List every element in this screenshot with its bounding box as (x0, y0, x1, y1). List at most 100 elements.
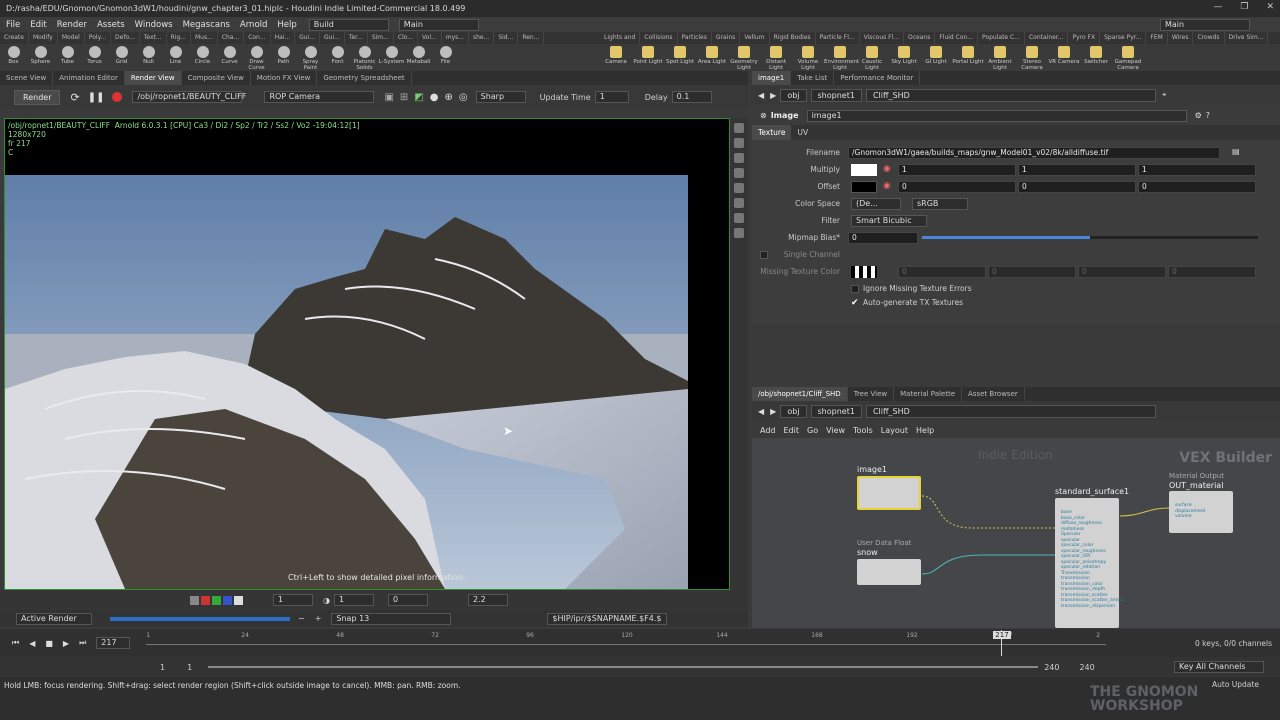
net-menu-layout[interactable]: Layout (881, 426, 908, 435)
shelf-tab-fluid-con[interactable]: Fluid Con... (935, 32, 979, 44)
close-button[interactable]: ✕ (1266, 2, 1274, 12)
mipmap-field[interactable]: 0 (848, 232, 918, 244)
tool-circle[interactable]: Circle (189, 44, 216, 71)
stop-icon[interactable] (112, 92, 123, 102)
tab-uv[interactable]: UV (791, 125, 814, 140)
delay-field[interactable]: 0.1 (671, 91, 712, 103)
menu-assets[interactable]: Assets (97, 20, 125, 30)
multiply-swatch[interactable] (851, 164, 877, 176)
pause-icon[interactable]: ❚❚ (88, 92, 105, 103)
shelf-tab-crowds[interactable]: Crowds (1193, 32, 1225, 44)
tab-image1[interactable]: image1 (752, 71, 792, 85)
tab-geometry-spreadsheet[interactable]: Geometry Spreadsheet (317, 71, 412, 85)
zoom-icon[interactable]: ⊕ (445, 92, 453, 103)
gear-icon[interactable]: ⚙ (1195, 111, 1202, 120)
node-name-field[interactable]: image1 (806, 109, 1187, 122)
shelf-tab-drive-sim[interactable]: Drive Sim... (1225, 32, 1269, 44)
tab-asset-browser[interactable]: Asset Browser (962, 387, 1025, 401)
update-time-field[interactable]: 1 (594, 91, 629, 103)
shelf-tab-sparse-pyr[interactable]: Sparse Pyr... (1100, 32, 1147, 44)
tool-torus[interactable]: Torus (81, 44, 108, 71)
maximize-button[interactable]: ❐ (1240, 2, 1248, 12)
zoom-in-icon[interactable]: + (315, 614, 322, 623)
channel-red-icon[interactable] (201, 595, 210, 605)
tool-switcher[interactable]: Switcher (1080, 44, 1112, 71)
target-icon[interactable]: ◎ (459, 92, 468, 103)
timeline-ruler[interactable]: 1244872961201441681922172217 (146, 630, 1107, 656)
zoom-tool-icon[interactable] (734, 168, 744, 178)
output-path-field[interactable]: $HIP/ipr/$SNAPNAME.$F4.$ (547, 612, 668, 625)
forward-icon[interactable]: ▶ (770, 91, 776, 100)
channel-alpha-icon[interactable] (234, 595, 243, 605)
shelf-tab-mus[interactable]: Mus... (191, 32, 218, 44)
back-icon[interactable]: ◀ (758, 91, 764, 100)
tab-take-list[interactable]: Take List (791, 71, 835, 85)
region-icon[interactable]: ⊞ (400, 92, 408, 103)
shelf-tab-container[interactable]: Container... (1025, 32, 1069, 44)
right-desktop-select[interactable]: Main (1160, 18, 1250, 31)
first-frame-icon[interactable]: ⏮ (12, 638, 19, 648)
minimize-button[interactable]: — (1213, 2, 1222, 12)
camera-select[interactable]: ROP Camera (264, 91, 375, 103)
tool-distant-light[interactable]: Distant Light (760, 44, 792, 71)
shelf-tab-clo[interactable]: Clo... (394, 32, 419, 44)
net-menu-edit[interactable]: Edit (784, 426, 800, 435)
play-icon[interactable]: ▶ (63, 639, 69, 648)
missing-color-swatch[interactable] (851, 266, 877, 278)
menu-file[interactable]: File (6, 20, 20, 30)
shelf-tab-con[interactable]: Con... (244, 32, 271, 44)
help-icon[interactable]: ? (1206, 111, 1210, 120)
tool-portal-light[interactable]: Portal Light (952, 44, 984, 71)
shelf-tab-particles[interactable]: Particles (678, 32, 712, 44)
quality-select[interactable]: Sharp (475, 91, 526, 103)
shelf-tab-create[interactable]: Create (0, 32, 29, 44)
tool-volume-light[interactable]: Volume Light (792, 44, 824, 71)
exposure-field[interactable]: 1 (333, 594, 374, 606)
current-frame-field[interactable]: 217 (96, 637, 131, 649)
menu-arnold[interactable]: Arnold (240, 20, 268, 30)
pin-icon[interactable]: ⌖ (1162, 90, 1167, 100)
shelf-tab-gui[interactable]: Gui... (320, 32, 345, 44)
tab-motion-fx-view[interactable]: Motion FX View (251, 71, 318, 85)
channel-green-icon[interactable] (212, 595, 221, 605)
zoom-out-icon[interactable]: − (298, 614, 305, 623)
grid-tool-icon[interactable] (734, 183, 744, 193)
missing-r[interactable]: 0 (898, 266, 986, 278)
offset-b[interactable]: 0 (1138, 181, 1256, 193)
range-end[interactable]: 240 (1044, 663, 1059, 672)
tab-composite-view[interactable]: Composite View (182, 71, 251, 85)
shelf-tab-rig[interactable]: Rig... (167, 32, 191, 44)
range-start2[interactable]: 1 (187, 663, 192, 672)
net-menu-help[interactable]: Help (916, 426, 934, 435)
shelf-tab-pyro-fx[interactable]: Pyro FX (1068, 32, 1101, 44)
color-wheel-icon[interactable]: ◉ (883, 181, 891, 191)
shelf-tab-she[interactable]: she... (469, 32, 495, 44)
net-menu-add[interactable]: Add (760, 426, 776, 435)
color-wheel-icon[interactable]: ◉ (883, 164, 891, 174)
menu-edit[interactable]: Edit (30, 20, 46, 30)
shelf-tab-hai[interactable]: Hai... (271, 32, 296, 44)
net-menu-go[interactable]: Go (807, 426, 818, 435)
tool-sphere[interactable]: Sphere (27, 44, 54, 71)
color-tool-icon[interactable] (734, 213, 744, 223)
tool-file[interactable]: File (432, 44, 459, 71)
path-obj[interactable]: obj (780, 404, 807, 418)
path-shopnet[interactable]: shopnet1 (810, 404, 862, 418)
shelf-tab-text[interactable]: Text... (140, 32, 167, 44)
shelf-tab-sim[interactable]: Sim... (368, 32, 394, 44)
snapshot-icon[interactable]: ▣ (384, 92, 393, 103)
shelf-tab-vellum[interactable]: Vellum (740, 32, 770, 44)
tool-environment-light[interactable]: Environment Light (824, 44, 859, 71)
settings-tool-icon[interactable] (734, 228, 744, 238)
ignore-missing-checkbox[interactable] (851, 285, 859, 293)
last-frame-icon[interactable]: ⏭ (79, 638, 86, 648)
forward-icon[interactable]: ▶ (770, 407, 776, 416)
path-obj[interactable]: obj (780, 88, 807, 102)
tab-scene-view[interactable]: Scene View (0, 71, 54, 85)
range-end2[interactable]: 240 (1079, 663, 1094, 672)
shelf-tab-lights-and[interactable]: Lights and (600, 32, 641, 44)
tab-tree-view[interactable]: Tree View (848, 387, 895, 401)
shelf-tab-particle-fl[interactable]: Particle Fl... (816, 32, 860, 44)
tool-ambient-light[interactable]: Ambient Light (984, 44, 1016, 71)
tab-material-palette[interactable]: Material Palette (894, 387, 963, 401)
